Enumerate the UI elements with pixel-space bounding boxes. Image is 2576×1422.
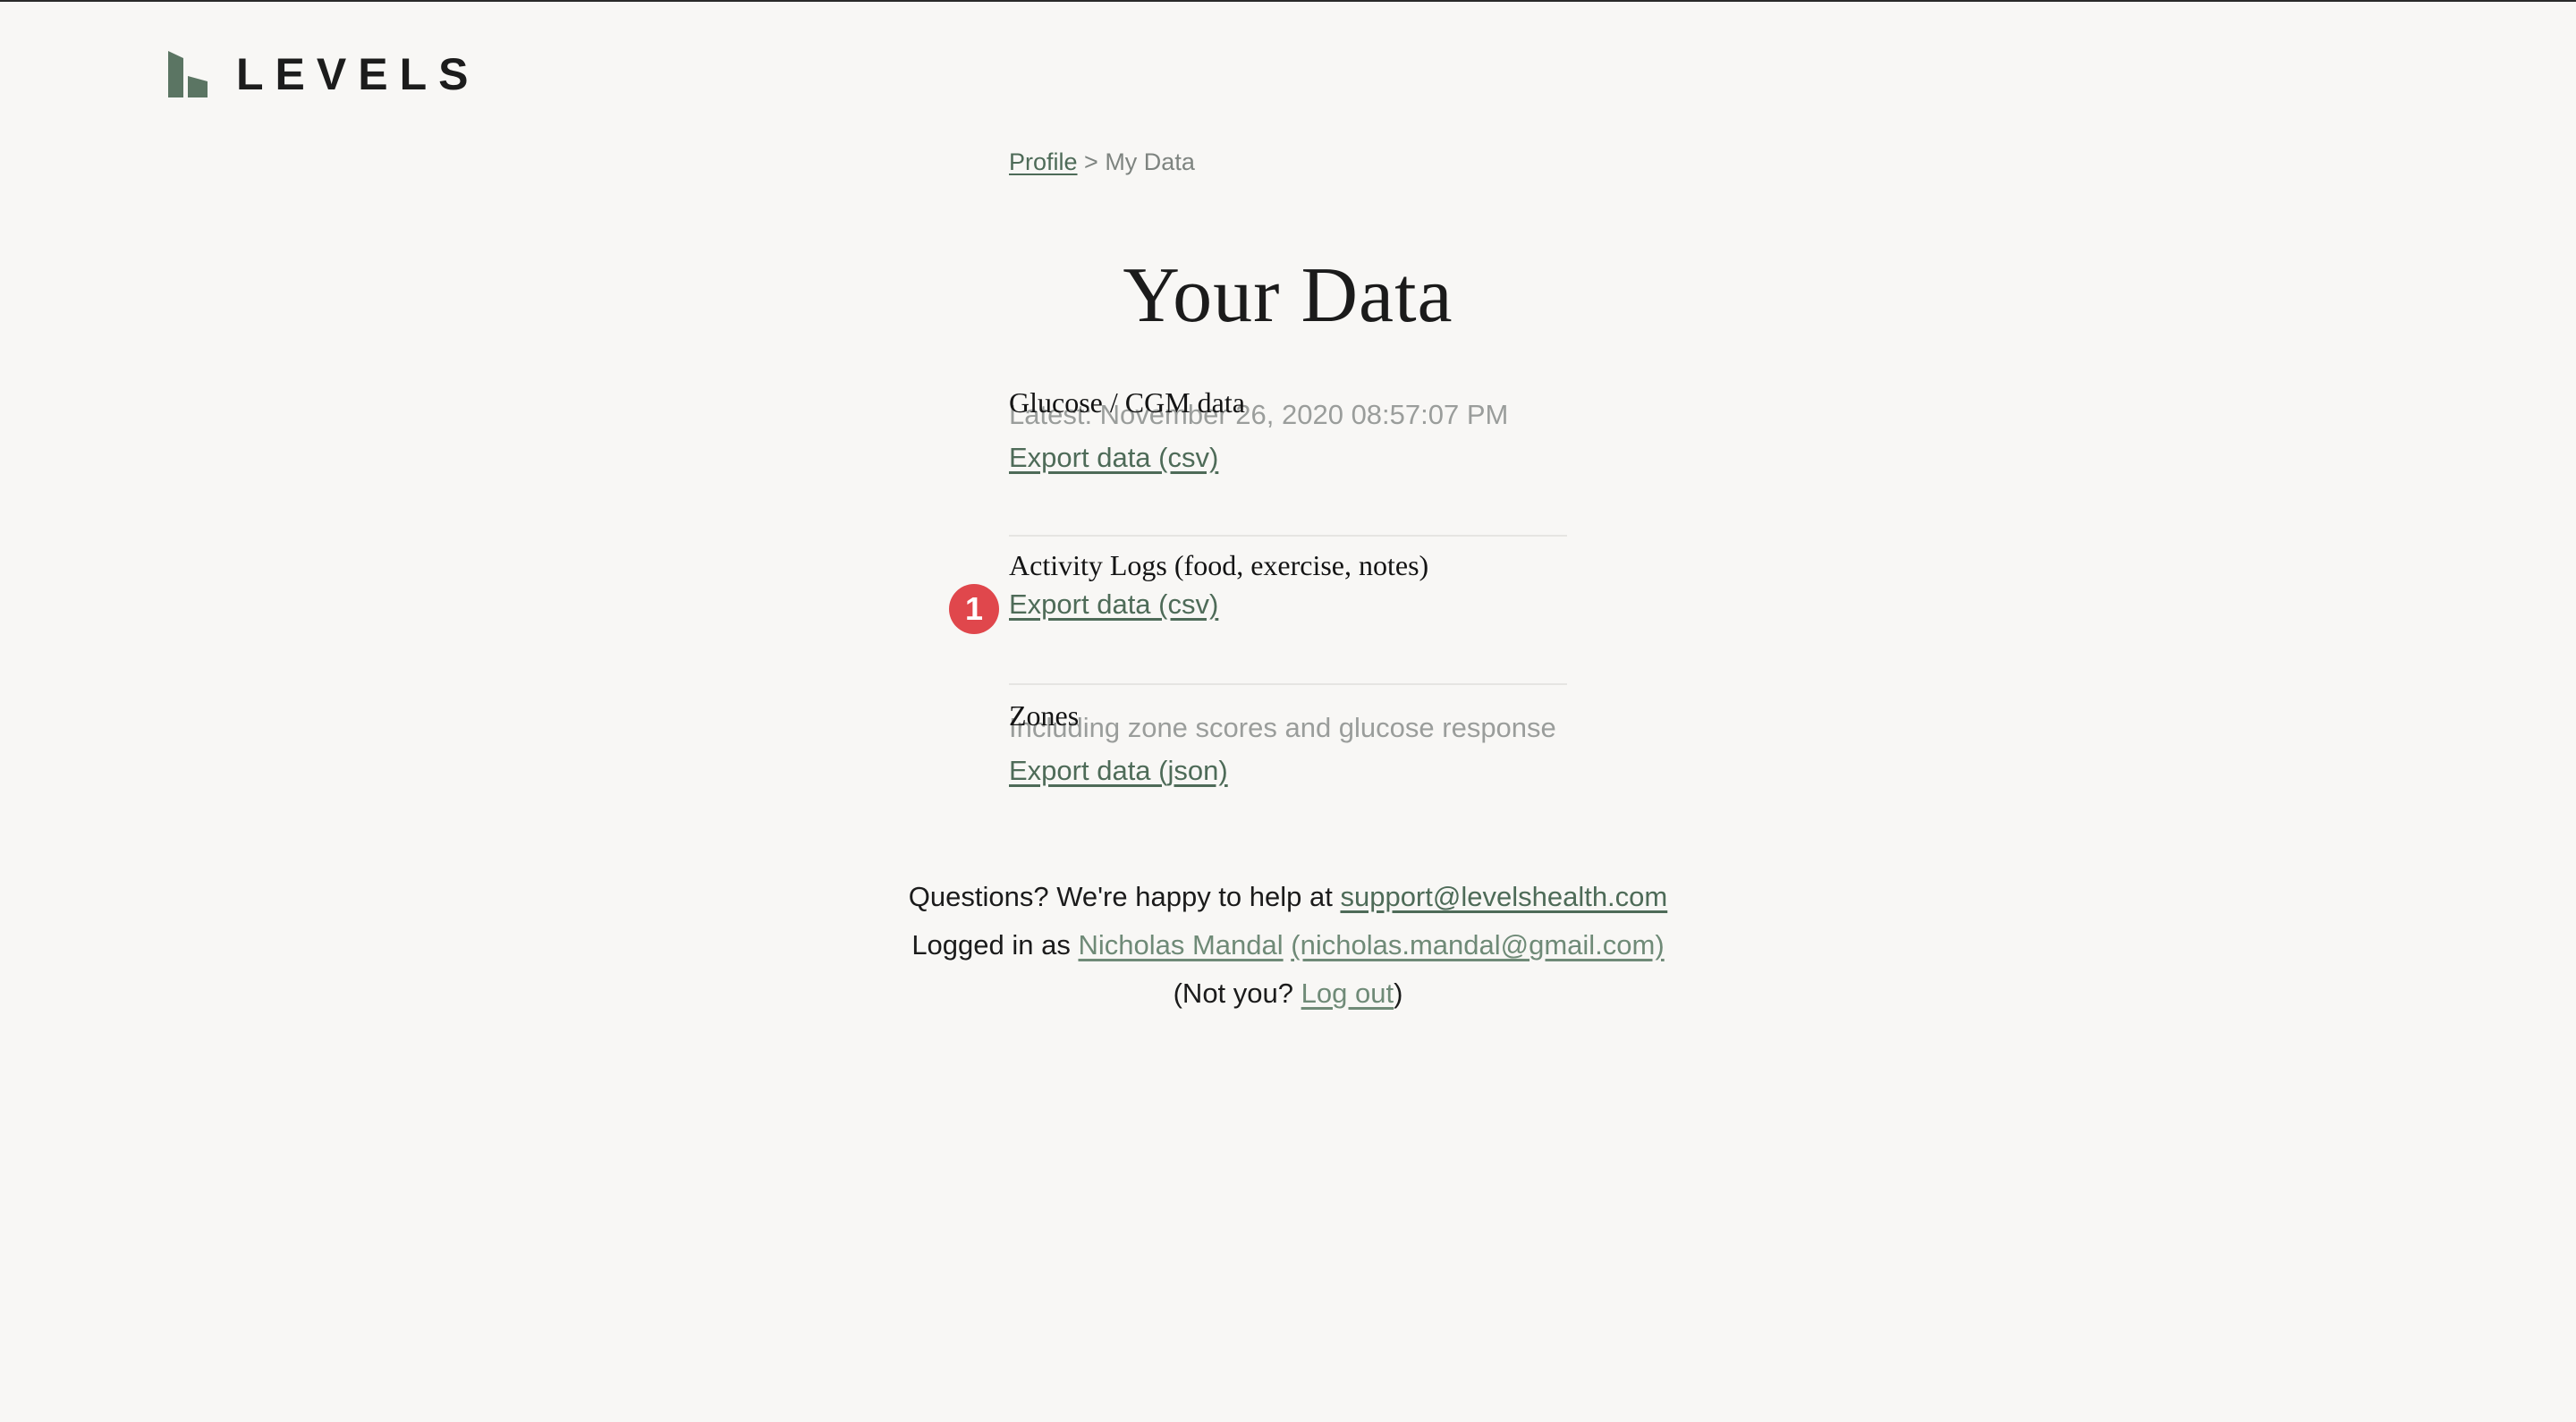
export-zones-json-link[interactable]: Export data (json) — [1009, 755, 1228, 787]
footer-logout-line: (Not you? Log out) — [0, 975, 2576, 1023]
levels-logo-icon — [168, 51, 208, 97]
levels-logo[interactable]: LEVELS — [168, 48, 479, 100]
breadcrumb-profile-link[interactable]: Profile — [1009, 148, 1078, 175]
footer-logged-in-line: Logged in as Nicholas Mandal (nicholas.m… — [0, 927, 2576, 975]
section-zones-subtitle: Including zone scores and glucose respon… — [1009, 712, 1556, 743]
not-you-prefix: (Not you? — [1173, 978, 1301, 1009]
not-you-suffix: ) — [1394, 978, 1403, 1009]
user-email-link[interactable]: (nicholas.mandal@gmail.com) — [1291, 929, 1664, 961]
section-zones: Including zone scores and glucose respon… — [1009, 699, 1567, 798]
footer-help-text: Questions? We're happy to help at — [908, 881, 1341, 912]
section-glucose: Latest: November 26, 2020 08:57:07 PM Gl… — [1009, 386, 1567, 537]
brand-name: LEVELS — [236, 49, 480, 99]
section-activity-title: Activity Logs (food, exercise, notes) — [1009, 549, 1429, 581]
section-divider — [1009, 535, 1567, 537]
footer: Questions? We're happy to help at suppor… — [0, 878, 2576, 1023]
section-zones-title: Zones — [1009, 699, 1080, 732]
breadcrumb-current: My Data — [1105, 148, 1195, 175]
step-marker-badge: 1 — [949, 584, 999, 634]
logout-link[interactable]: Log out — [1301, 978, 1394, 1009]
breadcrumb: Profile > My Data — [1009, 148, 1195, 176]
breadcrumb-separator: > — [1077, 148, 1106, 175]
user-name-link[interactable]: Nicholas Mandal — [1078, 929, 1283, 961]
page-title: Your Data — [1123, 252, 1453, 339]
section-divider — [1009, 683, 1567, 685]
support-email-link[interactable]: support@levelshealth.com — [1340, 881, 1667, 912]
export-glucose-csv-link[interactable]: Export data (csv) — [1009, 442, 1218, 474]
page: LEVELS Profile > My Data Your Data Lates… — [0, 0, 2576, 1422]
footer-help-line: Questions? We're happy to help at suppor… — [0, 878, 2576, 927]
export-activity-csv-link[interactable]: Export data (csv) — [1009, 588, 1218, 621]
logged-in-prefix: Logged in as — [911, 929, 1079, 961]
section-activity-logs: Activity Logs (food, exercise, notes) Ex… — [1009, 549, 1567, 685]
section-glucose-title: Glucose / CGM data — [1009, 386, 1245, 419]
